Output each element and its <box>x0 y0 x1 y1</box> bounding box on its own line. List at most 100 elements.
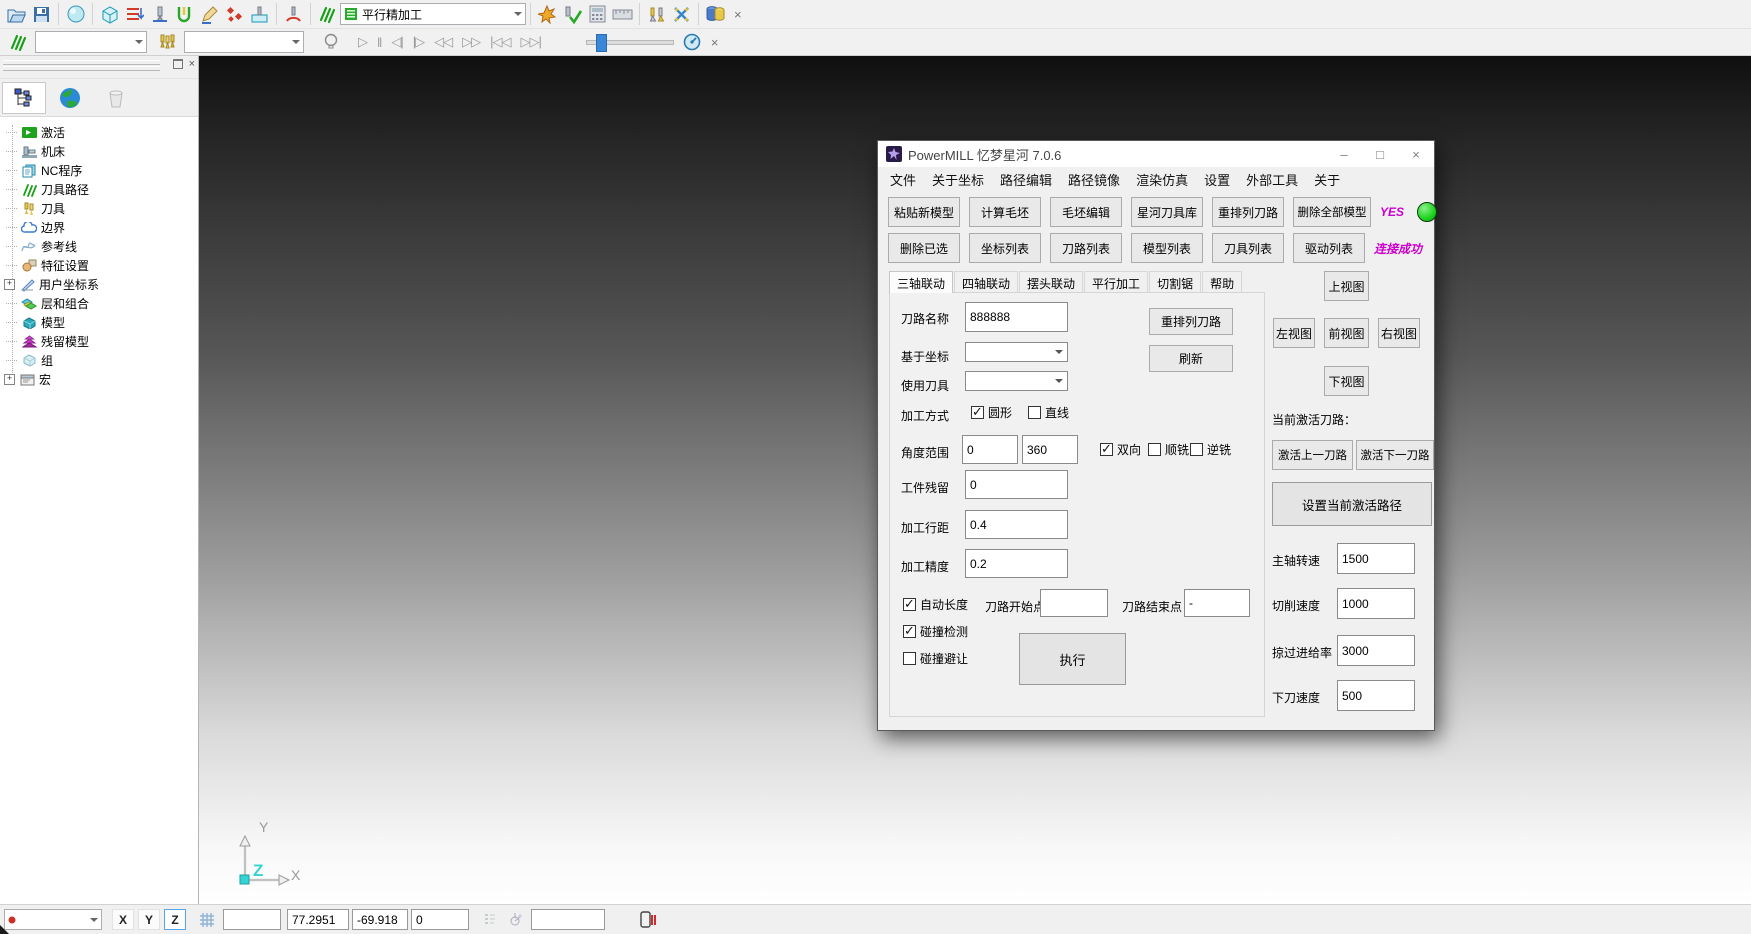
checkbox-icon[interactable] <box>1148 443 1161 456</box>
use-tool-dropdown[interactable] <box>965 371 1068 391</box>
stock-remain-input[interactable] <box>965 470 1068 499</box>
axis-z-button[interactable]: Z <box>164 909 186 930</box>
axis-x-button[interactable]: X <box>112 909 134 930</box>
active-strategy-combo[interactable]: 平行精加工 <box>340 3 526 25</box>
tab-swivel-head[interactable]: 摆头联动 <box>1019 271 1083 293</box>
paste-new-model-button[interactable]: 粘贴新模型 <box>888 197 960 227</box>
step-back-icon[interactable]: ◁| <box>386 34 407 50</box>
sim-close-icon[interactable]: × <box>705 35 725 50</box>
graphics-viewport[interactable]: Y X Z PowerMILL 忆梦星河 7.0.6 – □ × 文件 <box>199 56 1751 904</box>
go-end-icon[interactable]: ▷▷| <box>516 34 546 50</box>
drag-grip[interactable] <box>3 60 160 65</box>
drive-list-button[interactable]: 驱动列表 <box>1293 233 1365 263</box>
spindle-speed-input[interactable] <box>1337 543 1415 574</box>
tree-item-toolpaths[interactable]: 刀具路径 <box>0 180 198 199</box>
tab-4axis[interactable]: 四轴联动 <box>954 271 1018 293</box>
step-forward-icon[interactable]: |▷ <box>408 34 429 50</box>
view-right-button[interactable]: 右视图 <box>1378 318 1420 348</box>
probe-axis-icon[interactable] <box>502 908 527 932</box>
menu-external-tools[interactable]: 外部工具 <box>1238 170 1306 189</box>
recycle-bin-tab[interactable] <box>94 82 138 114</box>
grid-snap-icon[interactable] <box>194 908 219 932</box>
toolpath-name-input[interactable] <box>965 302 1068 332</box>
plunge-feed-input[interactable] <box>1337 680 1415 711</box>
skim-feed-input[interactable] <box>1337 635 1415 666</box>
tree-item-tools[interactable]: 刀具 <box>0 199 198 218</box>
pause-icon[interactable]: ‖ <box>372 35 386 50</box>
start-point-input[interactable] <box>1040 589 1108 617</box>
toolpath-icon[interactable] <box>6 30 31 54</box>
angle-from-input[interactable] <box>962 435 1018 464</box>
view-bottom-button[interactable]: 下视图 <box>1324 366 1369 396</box>
sim-dial-icon[interactable] <box>680 30 705 54</box>
tool-library-button[interactable]: 星河刀具库 <box>1131 197 1203 227</box>
rearrange-toolpaths-button[interactable]: 重排列刀路 <box>1212 197 1284 227</box>
expander-icon[interactable]: + <box>4 374 15 385</box>
tools-icon[interactable] <box>155 30 180 54</box>
tolerance-input[interactable] <box>965 549 1068 578</box>
axis-y-button[interactable]: Y <box>138 909 160 930</box>
view-front-button[interactable]: 前视图 <box>1324 318 1369 348</box>
slider-handle[interactable] <box>596 34 607 52</box>
base-coord-dropdown[interactable] <box>965 342 1068 362</box>
tree-item-machine-tool[interactable]: 机床 <box>0 142 198 161</box>
tab-3axis[interactable]: 三轴联动 <box>889 271 953 293</box>
checkbox-icon[interactable] <box>903 625 916 638</box>
toolbar-close-icon[interactable]: × <box>728 7 748 22</box>
cursor-z-field[interactable] <box>411 909 469 930</box>
delete-all-models-button[interactable]: 删除全部模型 <box>1293 197 1371 227</box>
set-active-path-button[interactable]: 设置当前激活路径 <box>1272 482 1432 526</box>
status-message-field[interactable] <box>531 909 605 930</box>
tree-item-groups[interactable]: 组 <box>0 351 198 370</box>
leads-links-icon[interactable] <box>281 2 306 26</box>
activate-prev-button[interactable]: 激活上一刀路 <box>1272 440 1353 470</box>
view-left-button[interactable]: 左视图 <box>1273 318 1315 348</box>
checkbox-icon[interactable] <box>1100 443 1113 456</box>
drag-grip[interactable] <box>3 66 160 71</box>
minimize-button[interactable]: – <box>1326 141 1362 167</box>
tree-item-activate[interactable]: 激活 <box>0 123 198 142</box>
toolpath-edit-icon[interactable] <box>197 2 222 26</box>
tree-item-workplanes[interactable]: +用户坐标系 <box>0 275 198 294</box>
climb-checkbox[interactable]: 顺铣 <box>1148 441 1189 458</box>
explorer-header[interactable]: × <box>0 56 198 79</box>
block-icon[interactable] <box>97 2 122 26</box>
checkbox-icon[interactable] <box>903 652 916 665</box>
float-panel-icon[interactable] <box>173 59 183 69</box>
measure-icon[interactable] <box>610 2 635 26</box>
coord-list-button[interactable]: 坐标列表 <box>969 233 1041 263</box>
angle-to-input[interactable] <box>1022 435 1078 464</box>
tool-check-icon[interactable] <box>560 2 585 26</box>
expander-icon[interactable]: + <box>4 279 15 290</box>
rearrange-button[interactable]: 重排列刀路 <box>1149 308 1233 335</box>
save-icon[interactable] <box>29 2 54 26</box>
menu-render-sim[interactable]: 渲染仿真 <box>1128 170 1196 189</box>
end-point-input[interactable] <box>1184 589 1250 617</box>
conventional-checkbox[interactable]: 逆铣 <box>1190 441 1231 458</box>
play-icon[interactable]: ▷ <box>353 34 372 50</box>
checkbox-icon[interactable] <box>971 406 984 419</box>
toolpath-icon[interactable] <box>315 2 340 26</box>
menu-file[interactable]: 文件 <box>882 170 924 189</box>
calculator-icon[interactable] <box>585 2 610 26</box>
dialog-titlebar[interactable]: PowerMILL 忆梦星河 7.0.6 – □ × <box>878 141 1434 167</box>
linear-checkbox[interactable]: 直线 <box>1028 404 1069 421</box>
stepover-input[interactable] <box>965 510 1068 539</box>
tree-item-macros[interactable]: +宏 <box>0 370 198 389</box>
tree-item-patterns[interactable]: 参考线 <box>0 237 198 256</box>
checkbox-icon[interactable] <box>1028 406 1041 419</box>
close-button[interactable]: × <box>1398 141 1434 167</box>
start-point-icon[interactable] <box>172 2 197 26</box>
device-pause-icon[interactable] <box>635 908 660 932</box>
pattern-points-icon[interactable] <box>222 2 247 26</box>
tree-item-levels-sets[interactable]: 层和组合 <box>0 294 198 313</box>
rewind-icon[interactable]: ◁◁ <box>429 34 457 50</box>
maximize-button[interactable]: □ <box>1362 141 1398 167</box>
menu-path-edit[interactable]: 路径编辑 <box>992 170 1060 189</box>
model-list-button[interactable]: 模型列表 <box>1131 233 1203 263</box>
tab-saw[interactable]: 切割锯 <box>1149 271 1201 293</box>
bulb-icon[interactable] <box>318 30 343 54</box>
edit-block-button[interactable]: 毛坯编辑 <box>1050 197 1122 227</box>
cursor-y-field[interactable] <box>352 909 408 930</box>
sim-tool-combo[interactable] <box>184 31 304 53</box>
